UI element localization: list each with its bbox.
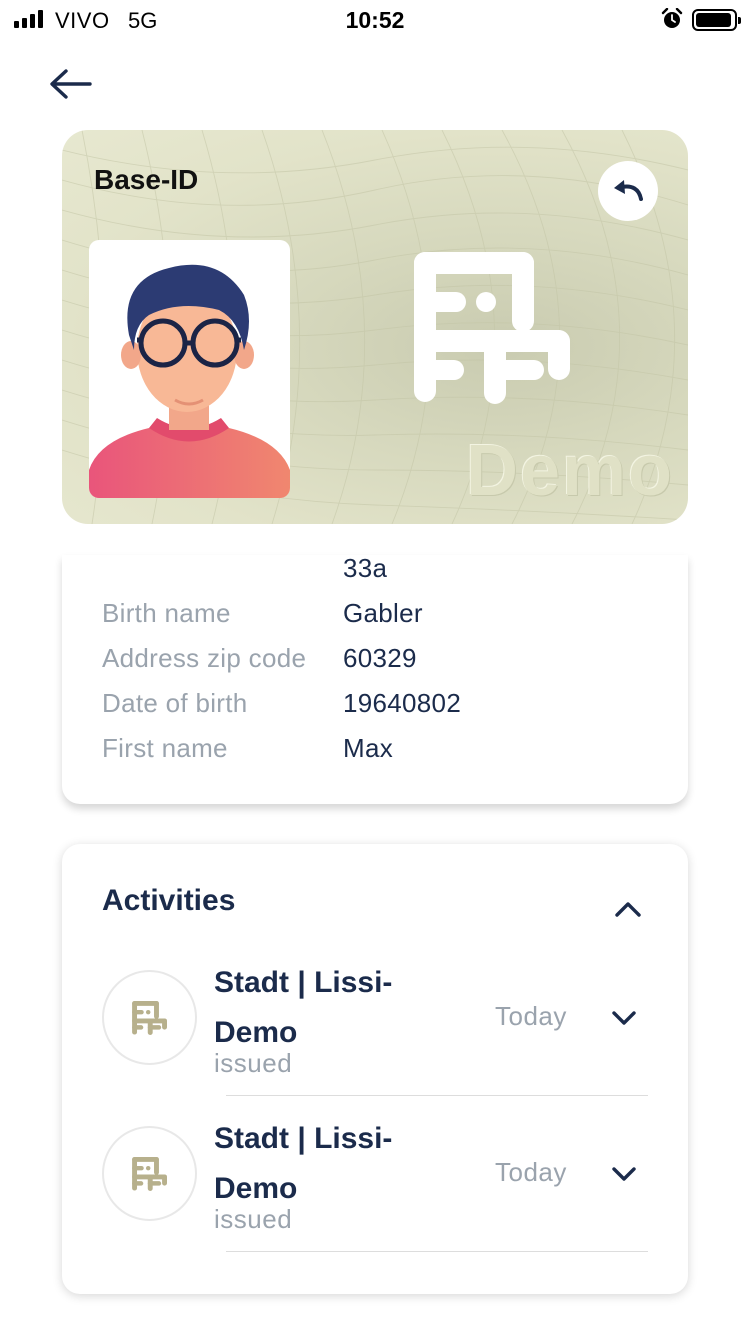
undo-icon <box>614 180 643 201</box>
attribute-row: 33a <box>102 550 662 586</box>
activity-item[interactable]: Stadt | Lissi-Demo issued Today <box>102 1122 648 1282</box>
divider <box>226 1251 648 1252</box>
battery-icon <box>692 9 741 31</box>
chevron-down-icon[interactable] <box>610 1164 638 1184</box>
attribute-row: Address zip code 60329 <box>102 640 662 676</box>
status-bar: VIVO 5G 10:52 <box>0 0 750 40</box>
activities-card: Activities Stadt | Lissi-Demo issued Tod… <box>62 844 688 1294</box>
avatar-illustration <box>89 264 290 498</box>
attribute-label: Birth name <box>102 598 231 628</box>
issuer-logo <box>102 970 197 1065</box>
card-title: Base-ID <box>94 164 199 195</box>
attribute-row: First name Max <box>102 730 662 766</box>
activity-status: issued <box>214 1204 293 1234</box>
attributes-card: 33a Birth name Gabler Address zip code 6… <box>62 553 688 804</box>
divider <box>226 1095 648 1096</box>
chevron-up-icon[interactable] <box>612 896 644 920</box>
issuer-logo-icon <box>131 1156 167 1191</box>
attribute-value: 19640802 <box>343 688 462 718</box>
issuer-logo-icon <box>414 252 570 404</box>
activity-issuer: Stadt | Lissi-Demo <box>214 1122 393 1205</box>
alarm-icon <box>661 8 683 28</box>
attribute-row: Birth name Gabler <box>102 595 662 631</box>
attribute-value: 33a <box>343 553 388 583</box>
issuer-logo-icon <box>131 1000 167 1035</box>
attribute-label: Address zip code <box>102 643 307 673</box>
issuer-logo <box>102 1126 197 1221</box>
card-watermark: Demo <box>466 431 675 511</box>
chevron-down-icon[interactable] <box>610 1008 638 1028</box>
back-arrow-icon[interactable] <box>46 64 96 104</box>
activity-date: Today <box>495 1001 567 1031</box>
activity-issuer: Stadt | Lissi-Demo <box>214 966 393 1049</box>
attribute-label: First name <box>102 733 228 763</box>
activity-status: issued <box>214 1048 293 1078</box>
activities-title: Activities <box>102 884 236 917</box>
credential-card[interactable]: Base-ID Demo <box>62 130 688 524</box>
attribute-label: Date of birth <box>102 688 248 718</box>
attribute-value: Max <box>343 733 394 763</box>
flip-card-button[interactable] <box>598 161 658 221</box>
activity-item[interactable]: Stadt | Lissi-Demo issued Today <box>102 966 648 1126</box>
attribute-row: Date of birth 19640802 <box>102 685 662 721</box>
activity-date: Today <box>495 1157 567 1187</box>
attribute-value: 60329 <box>343 643 417 673</box>
attribute-value: Gabler <box>343 598 423 628</box>
status-time: 10:52 <box>345 7 405 33</box>
profile-photo <box>89 240 290 498</box>
